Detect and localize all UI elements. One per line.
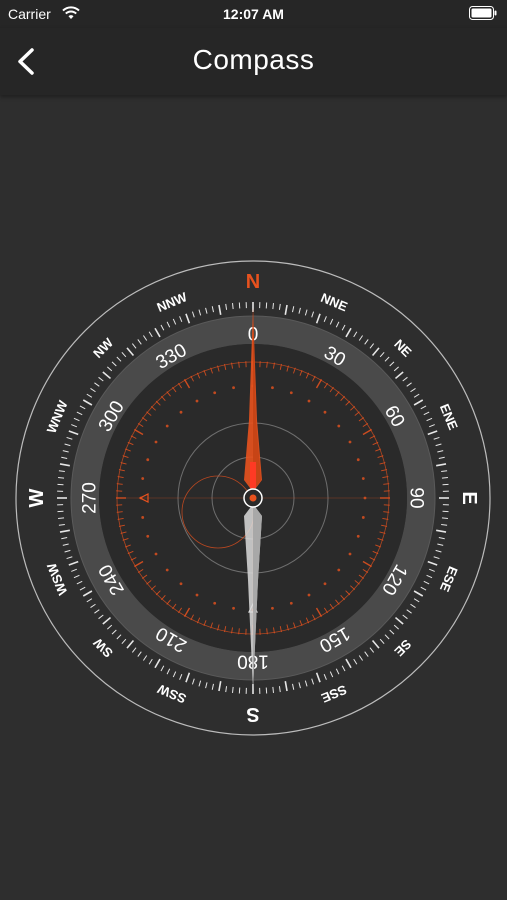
direction-label-nw: NW bbox=[90, 335, 116, 361]
direction-label-sw: SW bbox=[90, 635, 116, 661]
direction-label-nne: NNE bbox=[319, 290, 350, 314]
status-time: 12:07 AM bbox=[223, 6, 284, 22]
direction-label-ne: NE bbox=[391, 336, 415, 360]
direction-label-ssw: SSW bbox=[155, 681, 189, 706]
direction-label-e: E bbox=[458, 491, 480, 504]
degree-label-90: 90 bbox=[406, 487, 427, 508]
direction-label-n: N bbox=[246, 271, 260, 293]
direction-label-sse: SSE bbox=[319, 682, 349, 706]
direction-label-wnw: WNW bbox=[44, 398, 71, 436]
degree-label-270: 270 bbox=[80, 482, 101, 514]
direction-label-nnw: NNW bbox=[155, 289, 190, 315]
compass-dial: NNNENEENEEESESESSESSSWSWWSWWWNWNWNNW 030… bbox=[15, 260, 491, 736]
direction-label-se: SE bbox=[391, 636, 414, 659]
direction-label-wsw: WSW bbox=[44, 560, 71, 597]
navigation-bar: Compass bbox=[0, 28, 507, 95]
direction-label-s: S bbox=[246, 703, 259, 725]
status-bar: Carrier 12:07 AM bbox=[0, 0, 507, 28]
direction-label-ese: ESE bbox=[437, 564, 461, 594]
direction-label-w: W bbox=[26, 488, 48, 507]
page-title: Compass bbox=[192, 44, 315, 75]
direction-label-ene: ENE bbox=[437, 402, 461, 433]
battery-icon bbox=[469, 6, 497, 20]
